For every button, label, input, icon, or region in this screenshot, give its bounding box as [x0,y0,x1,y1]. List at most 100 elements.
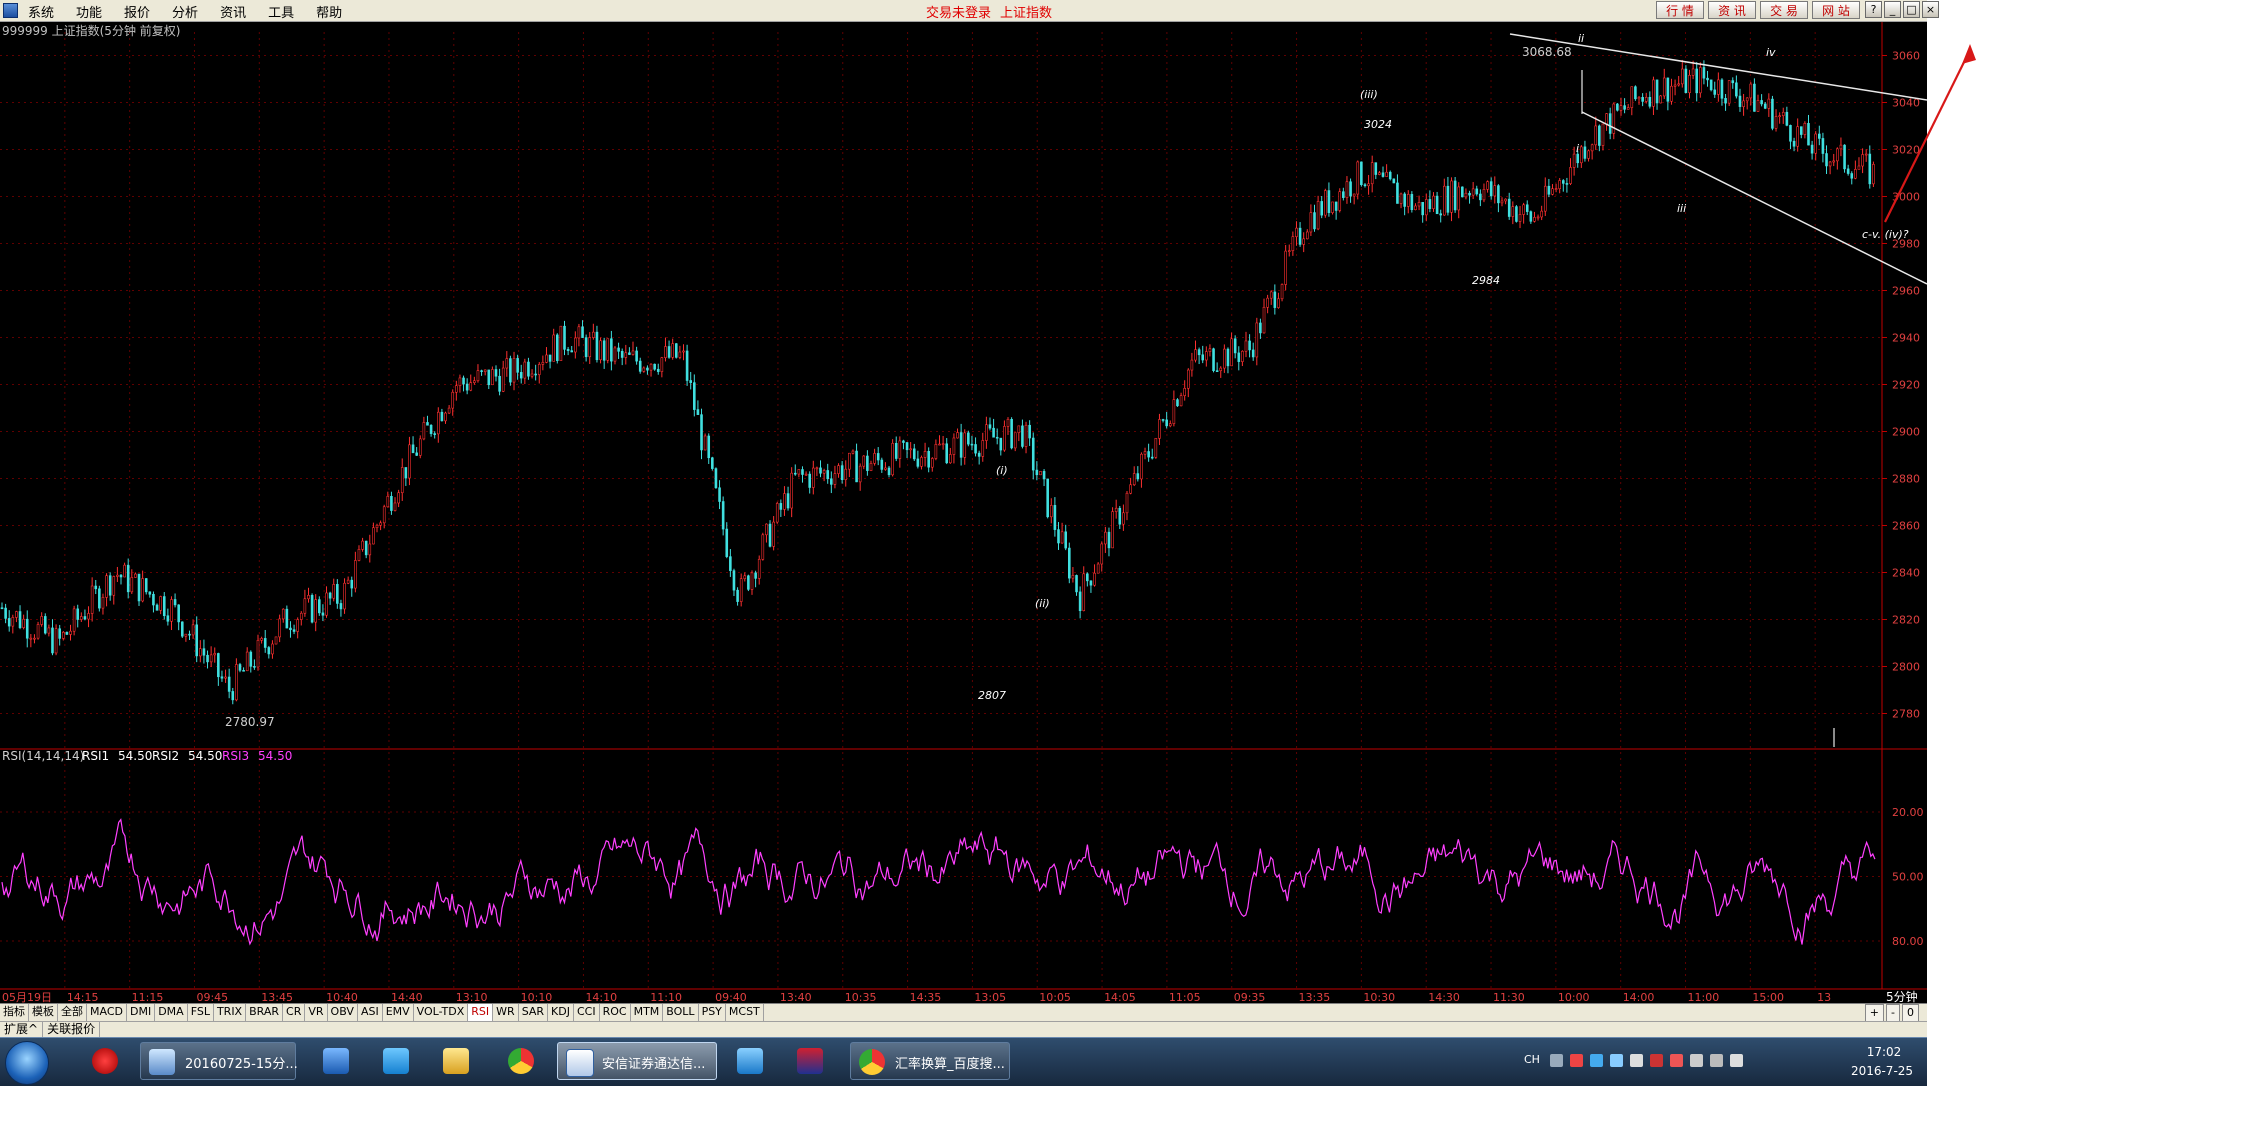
candle-body [166,615,170,622]
reset-button[interactable]: 0 [1902,1004,1919,1022]
menu-tools[interactable]: 工具 [266,2,304,21]
candle-body [1439,213,1443,216]
tab-fsl[interactable]: FSL [188,1004,214,1021]
tab-dmi[interactable]: DMI [127,1004,156,1021]
device-icon[interactable] [1630,1054,1643,1067]
maximize-icon[interactable]: □ [1903,1,1920,18]
tab-extend[interactable]: 扩展^ [0,1022,44,1038]
kline-chart[interactable]: 999999 上证指数(5分钟 前复权) 3060304030203000298… [0,22,1927,1003]
tab-vol-tdx[interactable]: VOL-TDX [414,1004,469,1021]
tab-psy[interactable]: PSY [699,1004,726,1021]
clock-time[interactable]: 17:02 [1854,1045,1914,1059]
login-status[interactable]: 交易未登录 [926,2,991,21]
cloud-icon[interactable] [1590,1054,1603,1067]
pinned-app-4[interactable] [433,1042,479,1080]
market-button[interactable]: 行 情 [1656,1,1704,19]
tab-template[interactable]: 模板 [29,1004,58,1021]
network-status-icon[interactable] [1710,1054,1723,1067]
tab-brar[interactable]: BRAR [246,1004,284,1021]
candle-body [1305,231,1309,240]
tab-obv[interactable]: OBV [328,1004,358,1021]
price-tick-label: 2920 [1892,379,1920,392]
pinned-app-3[interactable] [373,1042,419,1080]
pinned-app-1[interactable] [82,1042,128,1080]
tab-sar[interactable]: SAR [519,1004,549,1021]
tab-emv[interactable]: EMV [383,1004,414,1021]
candle-body [1309,212,1313,233]
zoom-out-button[interactable]: - [1886,1004,1900,1022]
news-button[interactable]: 资 讯 [1708,1,1756,19]
clock-date[interactable]: 2016-7-25 [1844,1064,1920,1078]
candle-body [1576,153,1580,164]
candle-body [505,358,509,369]
tab-all[interactable]: 全部 [58,1004,87,1021]
taskbar-button-browser[interactable]: 汇率换算_百度搜... [850,1042,1010,1080]
tab-roc[interactable]: ROC [600,1004,631,1021]
close-icon[interactable]: × [1922,1,1939,18]
candle-body [1313,212,1316,230]
menu-news[interactable]: 资讯 [218,2,256,21]
input-language[interactable]: CH [1524,1053,1540,1066]
shield-icon[interactable] [1670,1054,1683,1067]
candle-body [815,467,819,470]
candle-body [184,633,188,637]
tab-trix[interactable]: TRIX [214,1004,247,1021]
taskbar-button-trading[interactable]: 安信证券通达信... [557,1042,717,1080]
candle-body [1619,105,1623,111]
tab-related-quotes[interactable]: 关联报价 [43,1022,101,1038]
pinned-app-6[interactable] [727,1042,773,1080]
tab-kdj[interactable]: KDJ [548,1004,574,1021]
tab-cr[interactable]: CR [283,1004,306,1021]
tab-indicator[interactable]: 指标 [0,1004,29,1021]
tab-mcst[interactable]: MCST [726,1004,764,1021]
candle-body [804,473,808,476]
antivirus-icon[interactable] [1570,1054,1583,1067]
menu-function[interactable]: 功能 [74,2,112,21]
candle-body [1504,198,1507,202]
app-icon[interactable] [3,3,18,18]
menu-quote[interactable]: 报价 [122,2,160,21]
tab-dma[interactable]: DMA [155,1004,188,1021]
trade-button[interactable]: 交 易 [1760,1,1808,19]
website-button[interactable]: 网 站 [1812,1,1860,19]
candle-body [130,577,134,593]
menu-help[interactable]: 帮助 [314,2,352,21]
candle-body [1035,469,1039,476]
tab-rsi[interactable]: RSI [468,1004,494,1021]
candle-body [757,558,761,579]
candle-body [1706,77,1709,81]
price-tick-label: 2840 [1892,567,1920,580]
tab-boll[interactable]: BOLL [663,1004,699,1021]
tab-vr[interactable]: VR [305,1004,328,1021]
help-icon[interactable]: ? [1865,1,1882,18]
speaker-icon[interactable] [1690,1054,1703,1067]
candle-body [1104,531,1107,545]
pinned-app-7[interactable] [787,1042,833,1080]
pinned-app-5[interactable] [498,1042,544,1080]
action-center-icon[interactable] [1730,1054,1743,1067]
candle-body [1064,531,1068,549]
candle-body [671,343,674,358]
menu-analysis[interactable]: 分析 [170,2,208,21]
keyboard-icon[interactable] [1550,1054,1563,1067]
tab-asi[interactable]: ASI [358,1004,383,1021]
start-button[interactable] [5,1041,49,1085]
candle-body [1320,201,1324,216]
candle-body [1241,350,1244,362]
zoom-in-button[interactable]: + [1864,1004,1885,1022]
tab-wr[interactable]: WR [493,1004,519,1021]
candle-body [191,624,195,636]
taskbar-button-doc[interactable]: 20160725-15分... [140,1042,298,1080]
pinned-app-2[interactable] [313,1042,359,1080]
candle-body [1172,399,1176,424]
qq-icon[interactable] [1610,1054,1623,1067]
candle-body [1648,96,1652,107]
candle-body [768,523,772,547]
menu-system[interactable]: 系统 [26,2,64,21]
pdf-icon[interactable] [1650,1054,1663,1067]
candle-body [1839,144,1843,150]
tab-mtm[interactable]: MTM [631,1004,664,1021]
tab-macd[interactable]: MACD [87,1004,127,1021]
tab-cci[interactable]: CCI [574,1004,600,1021]
minimize-icon[interactable]: _ [1884,1,1901,18]
